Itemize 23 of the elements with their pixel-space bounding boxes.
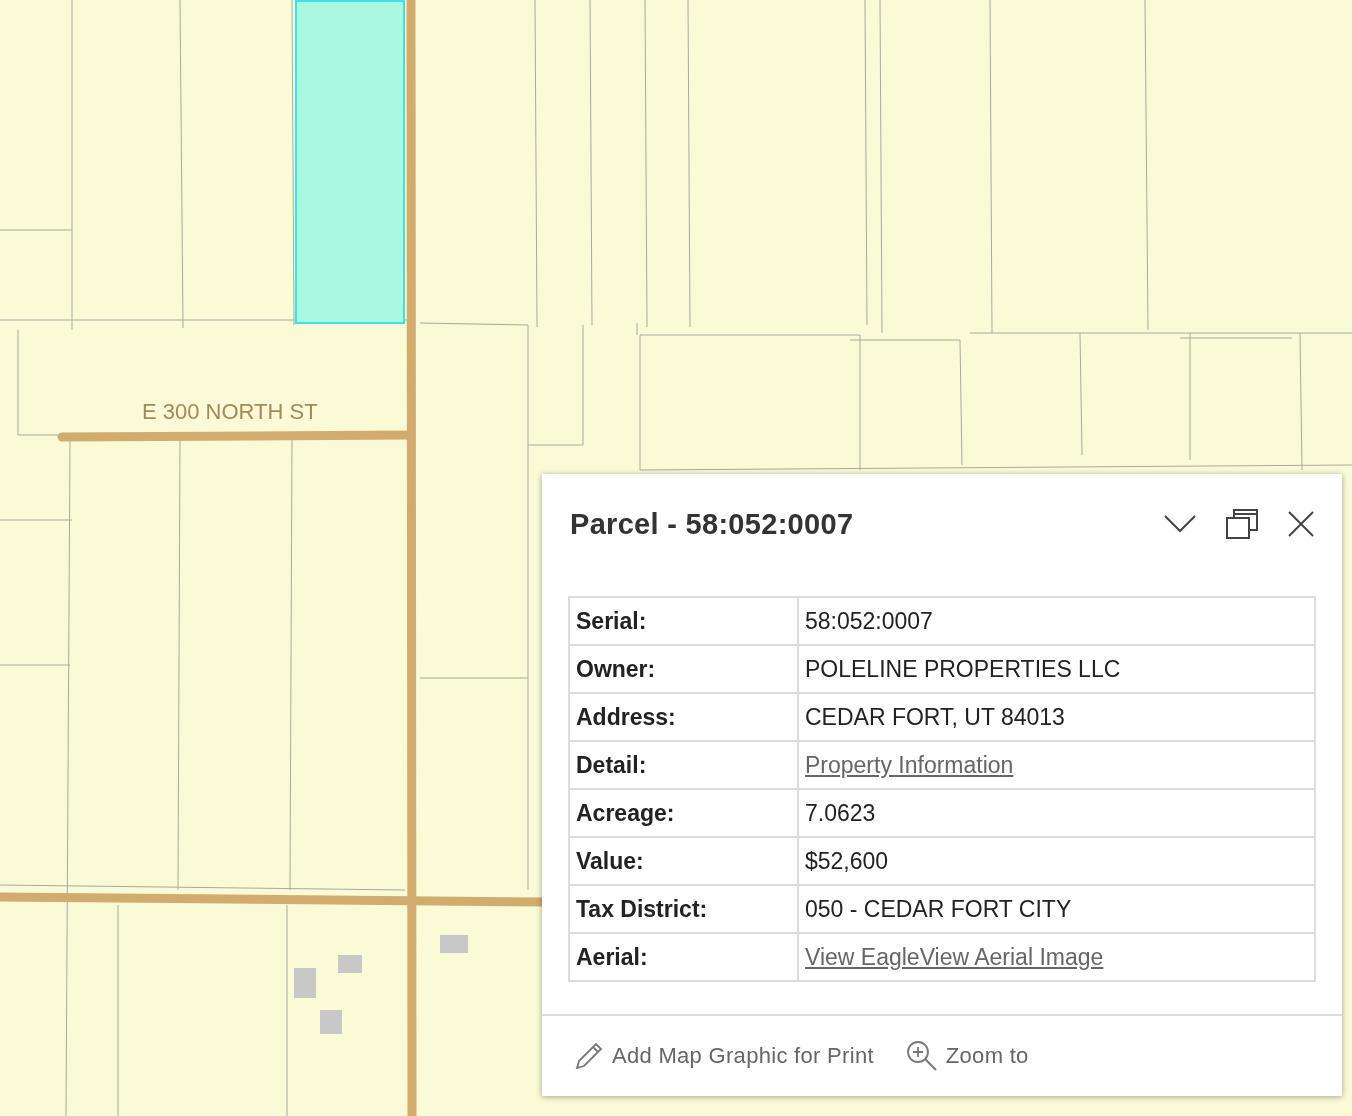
dock-icon[interactable] (1226, 509, 1258, 539)
attribute-value: 7.0623 (805, 799, 876, 826)
attribute-label: Detail: (569, 741, 798, 789)
close-icon[interactable] (1288, 511, 1314, 537)
attribute-label: Address: (569, 693, 798, 741)
attribute-value: CEDAR FORT, UT 84013 (805, 703, 1065, 730)
attribute-label: Owner: (569, 645, 798, 693)
attribute-label: Value: (569, 837, 798, 885)
street-label: E 300 NORTH ST (142, 399, 318, 424)
attribute-label: Tax District: (569, 885, 798, 933)
popup-action[interactable]: Add Map Graphic for Print (574, 1041, 874, 1071)
attribute-label: Acreage: (569, 789, 798, 837)
attribute-value: 050 - CEDAR FORT CITY (805, 895, 1072, 922)
attribute-label: Serial: (569, 597, 798, 645)
pencil-icon (574, 1041, 604, 1071)
collapse-chevron-icon[interactable] (1164, 515, 1196, 533)
popup-title: Parcel - 58:052:0007 (570, 507, 855, 541)
attribute-value: $52,600 (805, 847, 889, 874)
popup-action[interactable]: Zoom to (905, 1040, 1029, 1072)
attribute-value: 58:052:0007 (805, 607, 933, 634)
zoom-in-icon (905, 1040, 938, 1072)
attribute-value: POLELINE PROPERTIES LLC (805, 655, 1121, 682)
attribute-label: Aerial: (569, 933, 798, 981)
